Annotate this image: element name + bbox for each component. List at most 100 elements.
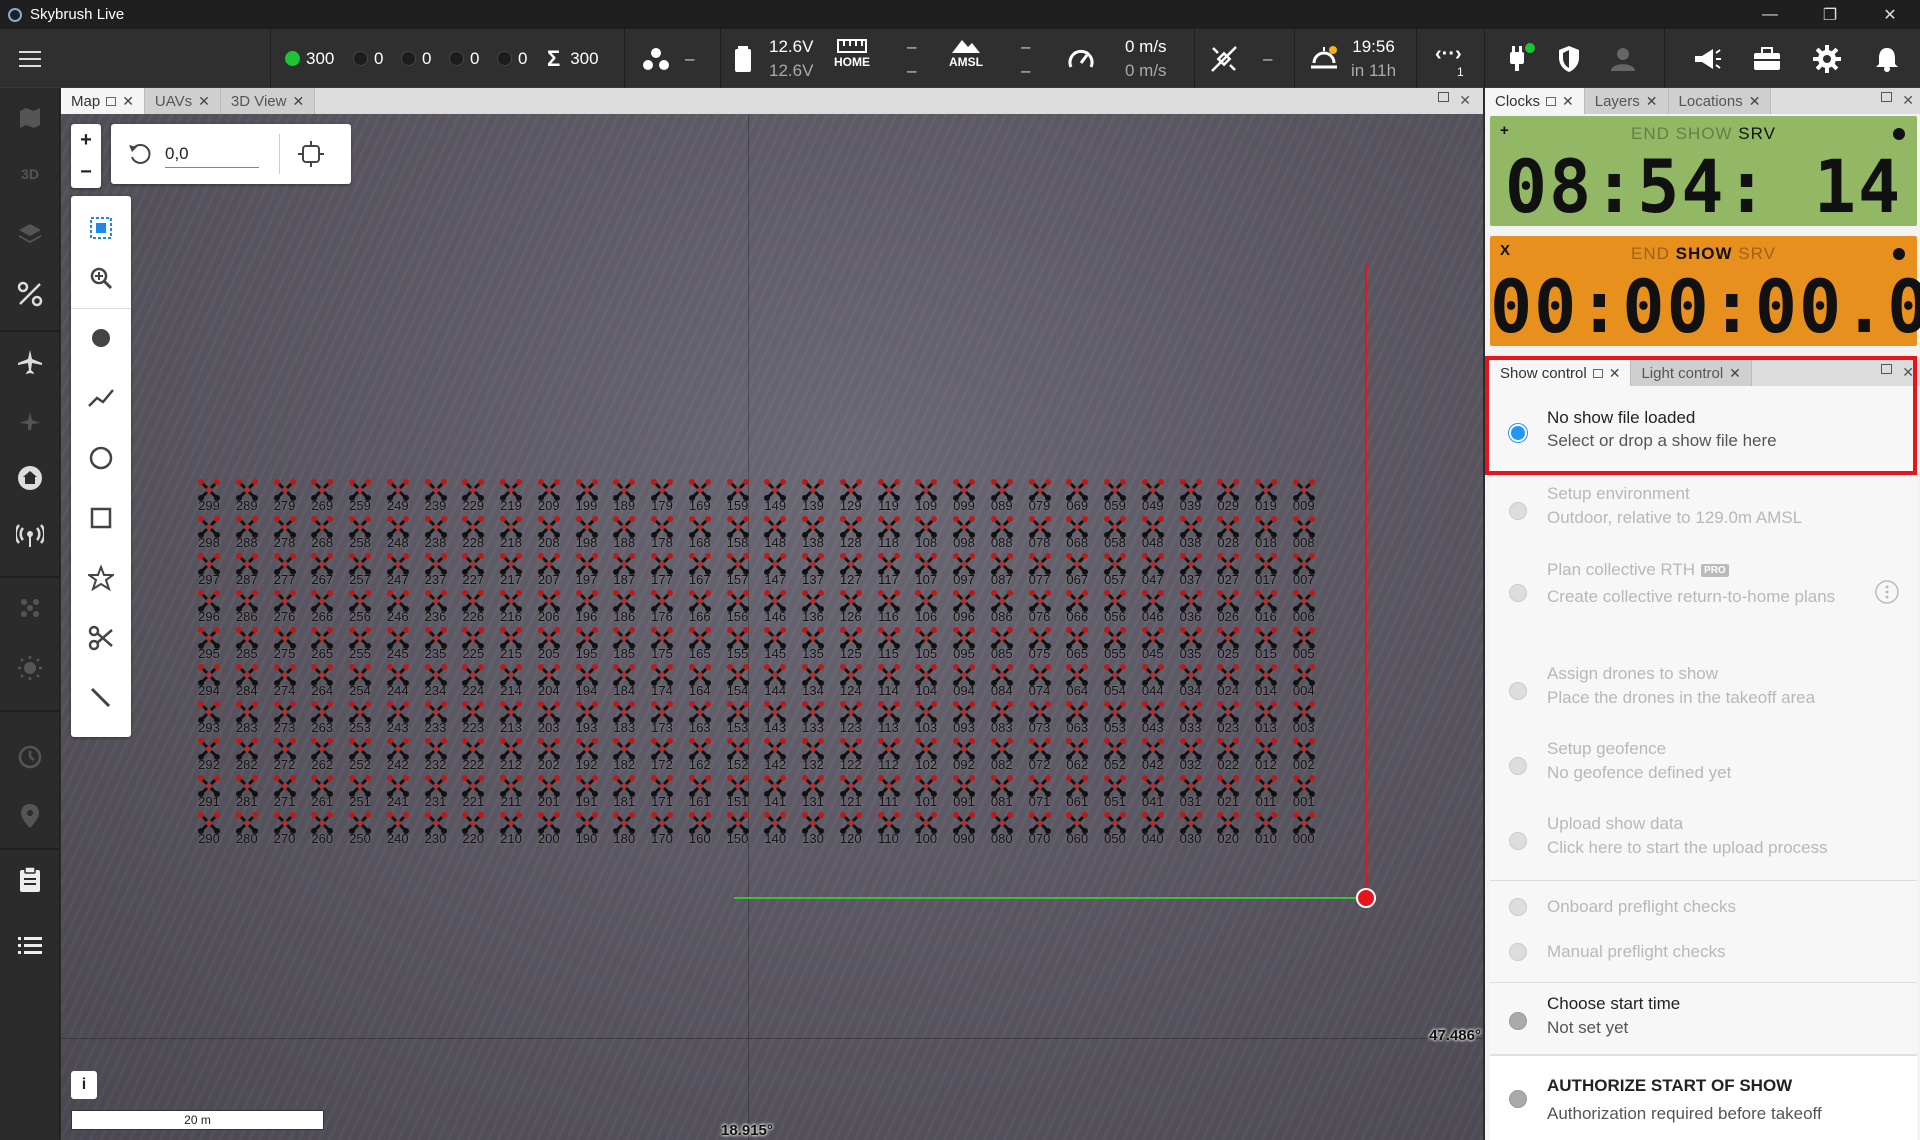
drone-marker[interactable]: 049 bbox=[1136, 479, 1170, 517]
close-icon[interactable]: ✕ bbox=[1459, 92, 1471, 109]
drone-marker[interactable]: 256 bbox=[343, 590, 377, 628]
drone-marker[interactable]: 107 bbox=[909, 553, 943, 591]
drone-marker[interactable]: 243 bbox=[381, 701, 415, 739]
drone-marker[interactable]: 278 bbox=[268, 516, 302, 554]
drone-marker[interactable]: 232 bbox=[419, 738, 453, 776]
drone-marker[interactable]: 159 bbox=[721, 479, 755, 517]
drone-marker[interactable]: 255 bbox=[343, 627, 377, 665]
drone-marker[interactable]: 057 bbox=[1098, 553, 1132, 591]
step-plan-rth[interactable]: Plan collective RTH PRO Create collective… bbox=[1490, 556, 1917, 644]
drone-marker[interactable]: 142 bbox=[758, 738, 792, 776]
drone-marker[interactable]: 181 bbox=[607, 775, 641, 813]
drone-marker[interactable]: 115 bbox=[872, 627, 906, 665]
drone-marker[interactable]: 026 bbox=[1211, 590, 1245, 628]
drone-marker[interactable]: 233 bbox=[419, 701, 453, 739]
drone-marker[interactable]: 023 bbox=[1211, 701, 1245, 739]
drone-marker[interactable]: 180 bbox=[607, 812, 641, 850]
bell-icon[interactable] bbox=[1865, 29, 1909, 88]
drone-marker[interactable]: 092 bbox=[947, 738, 981, 776]
step-manual-checks[interactable]: Manual preflight checks bbox=[1490, 933, 1917, 973]
drone-marker[interactable]: 146 bbox=[758, 590, 792, 628]
maximize-icon[interactable] bbox=[1881, 92, 1893, 102]
drone-marker[interactable]: 124 bbox=[834, 664, 868, 702]
drone-marker[interactable]: 295 bbox=[192, 627, 226, 665]
drone-marker[interactable]: 219 bbox=[494, 479, 528, 517]
drone-marker[interactable]: 215 bbox=[494, 627, 528, 665]
draw-point-tool[interactable] bbox=[71, 314, 131, 362]
drone-marker[interactable]: 178 bbox=[645, 516, 679, 554]
drone-marker[interactable]: 155 bbox=[721, 627, 755, 665]
show-clock[interactable]: X END SHOW SRV 00:00:00.0 bbox=[1490, 236, 1920, 350]
drone-marker[interactable]: 038 bbox=[1174, 516, 1208, 554]
drone-marker[interactable]: 286 bbox=[230, 590, 264, 628]
drone-marker[interactable]: 274 bbox=[268, 664, 302, 702]
drone-marker[interactable]: 014 bbox=[1249, 664, 1283, 702]
uavs-button[interactable] bbox=[0, 338, 60, 386]
drone-marker[interactable]: 285 bbox=[230, 627, 264, 665]
drone-marker[interactable]: 237 bbox=[419, 553, 453, 591]
drone-marker[interactable]: 234 bbox=[419, 664, 453, 702]
telemetry-summary[interactable]: 12.6V 12.6V HOME – – AMSL – – 0 m/s 0 m/… bbox=[720, 29, 1194, 88]
drone-marker[interactable]: 296 bbox=[192, 590, 226, 628]
drone-marker[interactable]: 167 bbox=[683, 553, 717, 591]
drone-marker[interactable]: 105 bbox=[909, 627, 943, 665]
drone-marker[interactable]: 204 bbox=[532, 664, 566, 702]
drone-marker[interactable]: 090 bbox=[947, 812, 981, 850]
drone-marker[interactable]: 162 bbox=[683, 738, 717, 776]
drone-marker[interactable]: 119 bbox=[872, 479, 906, 517]
drone-marker[interactable]: 177 bbox=[645, 553, 679, 591]
drone-marker[interactable]: 138 bbox=[796, 516, 830, 554]
drone-marker[interactable]: 170 bbox=[645, 812, 679, 850]
drone-marker[interactable]: 136 bbox=[796, 590, 830, 628]
drone-marker[interactable]: 007 bbox=[1287, 553, 1321, 591]
more-options-icon[interactable] bbox=[1875, 580, 1899, 604]
drone-marker[interactable]: 080 bbox=[985, 812, 1019, 850]
beacons-button[interactable] bbox=[0, 512, 60, 560]
drone-marker[interactable]: 228 bbox=[456, 516, 490, 554]
drone-marker[interactable]: 194 bbox=[570, 664, 604, 702]
drone-marker[interactable]: 154 bbox=[721, 664, 755, 702]
minimize-button[interactable]: — bbox=[1740, 0, 1800, 29]
drone-marker[interactable]: 087 bbox=[985, 553, 1019, 591]
zoom-out-button[interactable]: − bbox=[71, 156, 101, 188]
tab-locations[interactable]: Locations ✕ bbox=[1668, 88, 1772, 114]
drone-marker[interactable]: 235 bbox=[419, 627, 453, 665]
drone-marker[interactable]: 123 bbox=[834, 701, 868, 739]
drone-marker[interactable]: 241 bbox=[381, 775, 415, 813]
drone-marker[interactable]: 053 bbox=[1098, 701, 1132, 739]
drone-marker[interactable]: 039 bbox=[1174, 479, 1208, 517]
drone-marker[interactable]: 079 bbox=[1023, 479, 1057, 517]
drone-marker[interactable]: 208 bbox=[532, 516, 566, 554]
drone-marker[interactable]: 003 bbox=[1287, 701, 1321, 739]
drone-marker[interactable]: 059 bbox=[1098, 479, 1132, 517]
drone-marker[interactable]: 176 bbox=[645, 590, 679, 628]
toolbox-icon[interactable] bbox=[1745, 29, 1789, 88]
drone-marker[interactable]: 084 bbox=[985, 664, 1019, 702]
close-icon[interactable]: ✕ bbox=[1749, 93, 1761, 110]
drone-marker[interactable]: 064 bbox=[1060, 664, 1094, 702]
drone-marker[interactable]: 238 bbox=[419, 516, 453, 554]
tab-3d-view[interactable]: 3D View ✕ bbox=[220, 88, 316, 114]
drone-marker[interactable]: 070 bbox=[1023, 812, 1057, 850]
drone-marker[interactable]: 149 bbox=[758, 479, 792, 517]
step-setup-environment[interactable]: Setup environment Outdoor, relative to 1… bbox=[1490, 480, 1917, 544]
drone-marker[interactable]: 191 bbox=[570, 775, 604, 813]
step-assign-drones[interactable]: Assign drones to show Place the drones i… bbox=[1490, 660, 1917, 724]
drone-marker[interactable]: 150 bbox=[721, 812, 755, 850]
drone-marker[interactable]: 283 bbox=[230, 701, 264, 739]
drone-marker[interactable]: 161 bbox=[683, 775, 717, 813]
drone-marker[interactable]: 179 bbox=[645, 479, 679, 517]
clocks-button[interactable] bbox=[0, 732, 60, 780]
step-setup-geofence[interactable]: Setup geofence No geofence defined yet bbox=[1490, 735, 1917, 799]
map-view-button[interactable] bbox=[0, 94, 60, 142]
drone-marker[interactable]: 074 bbox=[1023, 664, 1057, 702]
drone-marker[interactable]: 148 bbox=[758, 516, 792, 554]
drone-marker[interactable]: 075 bbox=[1023, 627, 1057, 665]
drone-marker[interactable]: 195 bbox=[570, 627, 604, 665]
drone-marker[interactable]: 281 bbox=[230, 775, 264, 813]
step-choose-start-time[interactable]: Choose start time Not set yet bbox=[1490, 990, 1917, 1052]
drone-marker[interactable]: 227 bbox=[456, 553, 490, 591]
drone-marker[interactable]: 140 bbox=[758, 812, 792, 850]
drone-marker[interactable]: 267 bbox=[305, 553, 339, 591]
rtk-status[interactable]: ‹··› 1 bbox=[1416, 29, 1484, 88]
